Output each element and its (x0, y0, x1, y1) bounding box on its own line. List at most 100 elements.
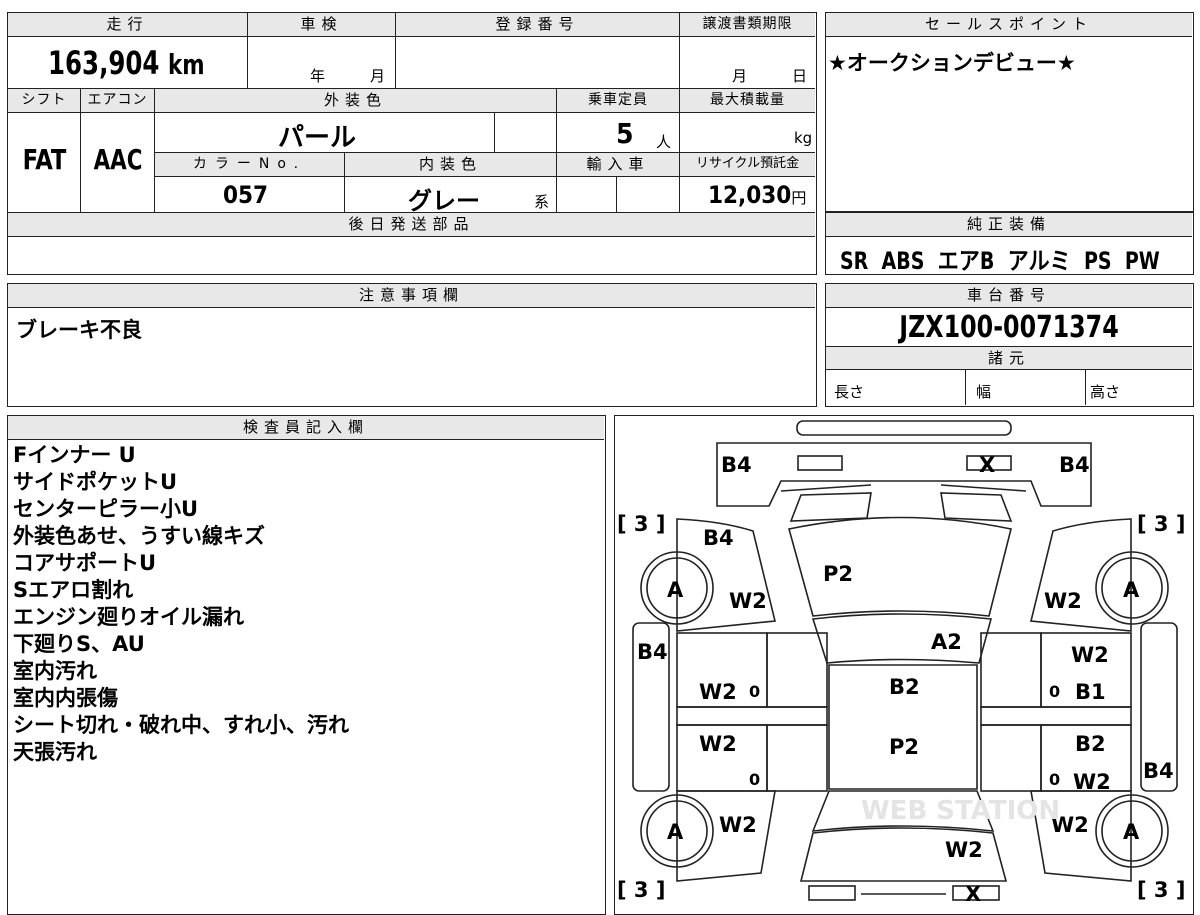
label-tire-rr: A (1123, 820, 1140, 844)
max-load-unit: kg (794, 129, 813, 147)
label-w2-rf-fender: W2 (1044, 589, 1082, 613)
capacity-label: 乗車定員 (557, 89, 680, 113)
left-pillar (676, 706, 828, 726)
import-label: 輸入車 (557, 153, 680, 177)
bracket-br: [ 3 ] (1137, 878, 1185, 901)
label-tire-lf: A (667, 578, 684, 602)
spec-label: 諸元 (826, 346, 1192, 370)
label-p2-roof: P2 (889, 735, 919, 759)
windshield-outline (811, 613, 993, 664)
label-b2-rr-door: B2 (1075, 732, 1106, 756)
registration-label: 登録番号 (396, 13, 680, 37)
label-tire-lr: A (667, 820, 684, 844)
label-w2-lr-door: W2 (699, 732, 737, 756)
inspector-line: Sエアロ割れ (13, 578, 134, 602)
inspector-line: サイドポケットU (13, 470, 178, 494)
label-zero: 0 (749, 770, 760, 789)
label-b2-roof: B2 (889, 675, 920, 699)
notes-text: ブレーキ不良 (16, 318, 142, 342)
equipment-item: SR (840, 247, 869, 275)
inspector-notes: Fインナー U サイドポケットU センターピラー小U 外装色あせ、うすい線キズ … (13, 442, 349, 766)
max-load-label: 最大積載量 (680, 89, 815, 113)
label-w2-trunk: W2 (945, 838, 983, 862)
ac-value: AAC (93, 143, 143, 176)
label-b4-left-side: B4 (637, 640, 668, 664)
interior-suffix: 系 (534, 193, 550, 211)
car-diagram-block: B4 B4 X [ 3 ] [ 3 ] B4 P2 A A W2 W2 A2 B… (614, 415, 1194, 915)
equipment-block: 純正装備 SR ABS エアB アルミ PS PW (825, 212, 1194, 275)
odometer-unit: km (167, 48, 205, 81)
right-headlamp (940, 492, 1013, 522)
odometer-value: 163,904 (48, 44, 160, 82)
exterior-color-label: 外装色 (155, 89, 557, 113)
equipment-item: PS (1083, 247, 1112, 275)
recycle-unit: 円 (791, 189, 807, 207)
label-tire-rf: A (1123, 578, 1140, 602)
capacity-unit: 人 (656, 133, 672, 151)
label-zero: 0 (749, 682, 760, 701)
odometer-label: 走行 (8, 13, 248, 37)
height-label: 高さ (1090, 383, 1121, 401)
inspector-line: センターピラー小U (13, 497, 199, 521)
later-parts-value (8, 237, 815, 273)
inspector-line: シート切れ・破れ中、すれ小、汚れ (13, 713, 349, 737)
inspector-line: エンジン廻りオイル漏れ (13, 605, 244, 629)
label-b4-fl: B4 (703, 526, 734, 550)
color-no-value: 057 (223, 181, 269, 209)
label-w2-lf-fender: W2 (729, 589, 767, 613)
grille-outline (716, 442, 1092, 507)
sales-point-block: セールスポイント ★オークションデビュー★ (825, 12, 1194, 212)
inspector-line: 下廻りS、AU (13, 632, 145, 656)
ac-label: エアコン (81, 89, 155, 113)
chassis-number: JZX100-0071374 (899, 310, 1119, 345)
label-w2-rf-door: W2 (1071, 643, 1109, 667)
notes-block: 注意事項欄 ブレーキ不良 (7, 283, 817, 407)
length-label: 長さ (834, 383, 865, 401)
shift-value: FAT (22, 143, 67, 176)
interior-color-value: グレー (408, 187, 480, 215)
label-x-bottom: X (965, 882, 981, 901)
label-b4-tl: B4 (721, 453, 752, 477)
inspector-line: Fインナー U (13, 443, 136, 467)
chassis-block: 車台番号 JZX100-0071374 諸元 長さ 幅 高さ (825, 283, 1194, 407)
capacity-value: 5 (616, 117, 634, 150)
label-x-top: X (979, 453, 995, 477)
equipment-item: PW (1124, 247, 1160, 275)
transfer-deadline-label: 譲渡書類期限 (680, 13, 815, 37)
inspector-block: 検査員記入欄 Fインナー U サイドポケットU センターピラー小U 外装色あせ、… (7, 415, 606, 915)
inspector-label: 検査員記入欄 (8, 416, 604, 440)
car-diagram: B4 B4 X [ 3 ] [ 3 ] B4 P2 A A W2 W2 A2 B… (617, 420, 1185, 901)
label-b4-tr: B4 (1059, 453, 1090, 477)
label-b4-right-side: B4 (1143, 759, 1174, 783)
left-headlamp (789, 492, 872, 522)
equipment-item: アルミ (1007, 247, 1071, 275)
recycle-value: 12,030 (708, 181, 792, 209)
bracket-tr: [ 3 ] (1137, 512, 1185, 536)
label-a2: A2 (931, 630, 962, 654)
recycle-label: リサイクル預託金 (680, 153, 815, 177)
label-w2-lr-fender: W2 (719, 813, 757, 837)
inspection-label: 車検 (248, 13, 396, 37)
inspection-year: 年 (310, 67, 326, 85)
watermark: WEB STATION (861, 796, 1060, 826)
registration-value (396, 37, 680, 89)
label-b1-rf-door: B1 (1075, 680, 1106, 704)
inspector-line: コアサポートU (13, 551, 157, 575)
shift-label: シフト (8, 89, 81, 113)
front-bumper-outline (796, 420, 1012, 436)
notes-label: 注意事項欄 (8, 284, 815, 308)
exterior-color-value: パール (278, 123, 357, 153)
equipment-label: 純正装備 (826, 213, 1192, 237)
equipment-list: SR ABS エアB アルミ PS PW (840, 241, 1160, 276)
inspector-line: 外装色あせ、うすい線キズ (13, 524, 265, 548)
color-no-label: カラーNo. (155, 153, 345, 177)
label-p2-hood: P2 (823, 562, 853, 586)
inspector-line: 室内内張傷 (13, 686, 118, 710)
sales-point-label: セールスポイント (826, 13, 1192, 37)
label-w2-rr-door: W2 (1073, 770, 1111, 794)
transfer-day: 日 (792, 67, 808, 85)
left-headlight (797, 455, 843, 471)
interior-color-label: 内装色 (345, 153, 557, 177)
sales-point-text: ★オークションデビュー★ (828, 51, 1076, 75)
right-pillar (980, 706, 1132, 726)
